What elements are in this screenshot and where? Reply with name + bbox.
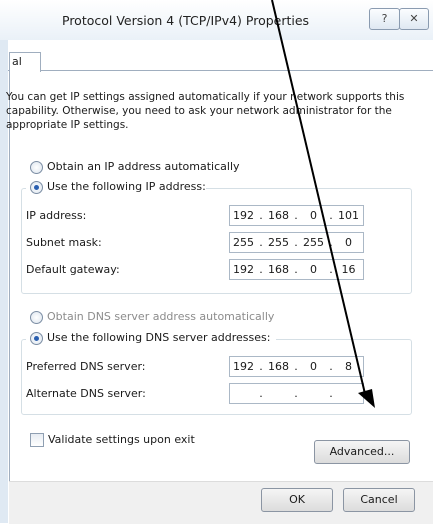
- annotation-arrow: [271, 0, 375, 408]
- annotation-arrow-head: [358, 389, 375, 408]
- annotation-arrow-line: [271, 0, 367, 399]
